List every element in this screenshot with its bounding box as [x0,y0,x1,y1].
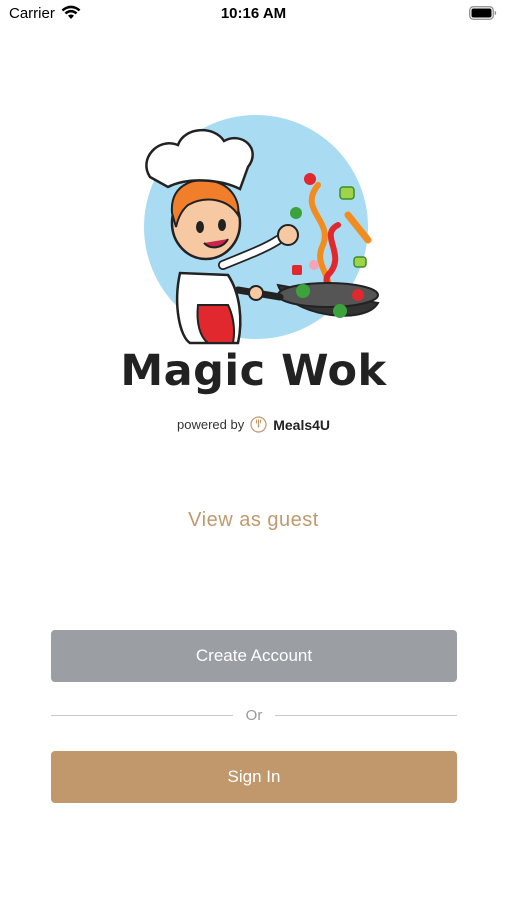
status-bar: Carrier 10:16 AM [0,0,507,30]
powered-by-row: powered by Meals4U [0,416,507,433]
view-as-guest-link[interactable]: View as guest [0,509,507,532]
powered-by-label: powered by [176,417,245,432]
meals4u-icon [250,416,267,433]
or-divider: Or [51,706,457,726]
battery-icon [469,6,497,20]
platform-name: Meals4U [273,416,331,433]
clock: 10:16 AM [220,5,287,22]
app-name: Magic Wok [120,346,387,396]
divider-line-right [275,715,457,716]
sign-in-button[interactable]: Sign In [51,751,457,803]
chef-wok-logo [144,115,380,345]
create-account-button[interactable]: Create Account [51,630,457,682]
